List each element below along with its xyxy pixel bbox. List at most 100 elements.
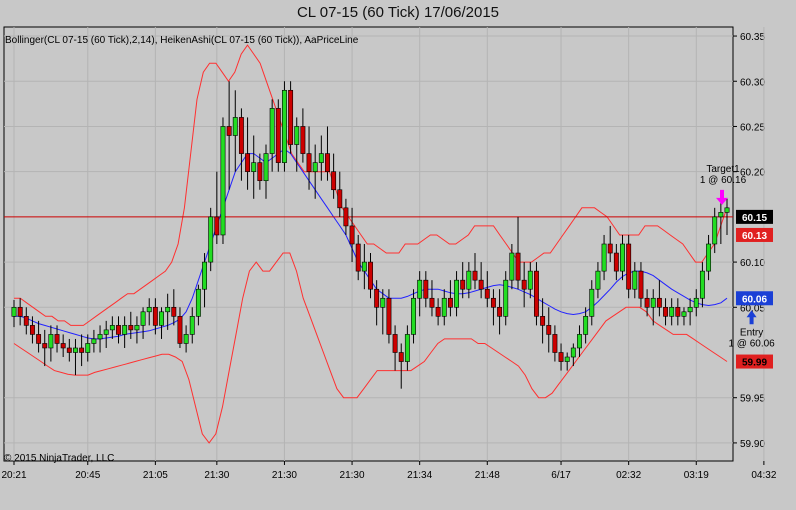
candle-bear — [638, 270, 644, 299]
candle-bull — [712, 216, 718, 245]
candle-bear — [447, 297, 453, 308]
candle-bear — [429, 297, 435, 308]
candle-bull — [189, 316, 195, 335]
candle-bear — [613, 252, 619, 272]
price-badge-label: 60.15 — [742, 213, 767, 224]
candle-bear — [331, 171, 337, 191]
candle-bull — [312, 162, 318, 172]
candle-bull — [466, 270, 472, 290]
candle-bear — [238, 117, 244, 154]
candle-bear — [214, 216, 220, 236]
x-tick-label: 21:05 — [143, 470, 168, 481]
indicator-label: Bollinger(CL 07-15 (60 Tick),2,14), Heik… — [5, 35, 359, 46]
x-tick-label: 03:19 — [684, 470, 709, 481]
candle-bull — [232, 117, 238, 136]
candle-bear — [23, 316, 29, 326]
candle-bull — [454, 279, 460, 308]
candle-bear — [374, 288, 380, 308]
candle-bear — [460, 279, 466, 290]
candle-bull — [251, 162, 257, 172]
x-tick-label: 21:30 — [204, 470, 229, 481]
candle-bull — [146, 306, 152, 313]
candle-bull — [669, 306, 675, 317]
candle-bull — [48, 334, 54, 349]
y-tick-label: 59.90 — [740, 439, 765, 450]
candle-bull — [202, 261, 207, 290]
candle-bull — [718, 212, 724, 218]
candle-bull — [263, 153, 269, 182]
x-tick-label: 21:48 — [475, 470, 500, 481]
candle-bull — [570, 347, 576, 358]
candle-bear — [355, 243, 361, 272]
candle-bear — [337, 189, 343, 209]
candle-bull — [109, 325, 115, 331]
target-label: Target1 — [706, 164, 740, 175]
candle-bear — [472, 270, 478, 281]
candle-bear — [54, 334, 60, 344]
candle-bear — [325, 153, 330, 172]
candle-bear — [540, 316, 546, 326]
candle-bear — [128, 325, 134, 331]
candle-bull — [165, 306, 171, 313]
candle-bull — [583, 316, 589, 335]
price-badge-label: 60.13 — [742, 231, 767, 242]
candle-bull — [503, 279, 509, 317]
candle-bull — [411, 297, 416, 335]
candle-bear — [552, 334, 558, 353]
candle-bull — [11, 306, 17, 317]
candle-bull — [183, 334, 189, 344]
candle-bear — [275, 108, 281, 163]
price-chart[interactable]: 60.3560.3060.2560.2060.1060.0559.9559.90… — [0, 0, 796, 510]
candle-bear — [490, 297, 496, 308]
y-tick-label: 60.35 — [740, 32, 765, 43]
candle-bull — [122, 325, 128, 335]
copyright-text: © 2015 NinjaTrader, LLC — [4, 453, 114, 464]
candle-bear — [42, 343, 48, 349]
candle-bull — [650, 297, 656, 308]
candle-bear — [79, 347, 85, 353]
x-tick-label: 20:45 — [75, 470, 100, 481]
candle-bear — [663, 306, 668, 317]
candle-bear — [484, 288, 490, 299]
candle-bear — [435, 306, 441, 317]
candle-bull — [620, 243, 625, 272]
x-tick-label: 04:32 — [751, 470, 776, 481]
y-tick-label: 59.95 — [740, 394, 765, 405]
candle-bear — [607, 243, 613, 254]
candle-bull — [601, 243, 607, 272]
candle-bull — [693, 297, 699, 308]
x-tick-label: 21:30 — [340, 470, 365, 481]
candle-bull — [159, 311, 164, 326]
candle-bear — [29, 325, 35, 335]
candle-bull — [589, 288, 595, 317]
candle-bull — [687, 306, 693, 313]
candle-bear — [392, 334, 398, 353]
y-tick-label: 60.25 — [740, 122, 765, 133]
x-tick-label: 6/17 — [551, 470, 571, 481]
candle-bear — [177, 316, 183, 344]
candle-bear — [343, 207, 349, 227]
candle-bear — [306, 153, 312, 172]
candle-bear — [152, 306, 158, 326]
candle-bear — [226, 126, 232, 136]
candle-bear — [60, 343, 66, 349]
candle-bear — [558, 352, 564, 362]
candle-bull — [269, 108, 275, 154]
candle-bull — [281, 89, 287, 163]
candle-bull — [103, 329, 109, 335]
candle-bull — [699, 270, 705, 299]
candle-bull — [85, 343, 91, 353]
candle-bear — [497, 306, 503, 317]
candle-bear — [349, 225, 355, 245]
price-badge-label: 59.99 — [742, 358, 767, 369]
candle-bull — [208, 216, 214, 263]
candle-bear — [515, 252, 521, 281]
target-detail: 1 @ 60.16 — [700, 175, 747, 186]
candle-bear — [171, 306, 177, 317]
x-tick-label: 02:32 — [616, 470, 641, 481]
candle-bull — [706, 243, 712, 272]
candle-bull — [564, 356, 570, 362]
candle-bull — [220, 126, 226, 236]
candle-bear — [644, 297, 650, 308]
candle-bear — [17, 306, 23, 317]
